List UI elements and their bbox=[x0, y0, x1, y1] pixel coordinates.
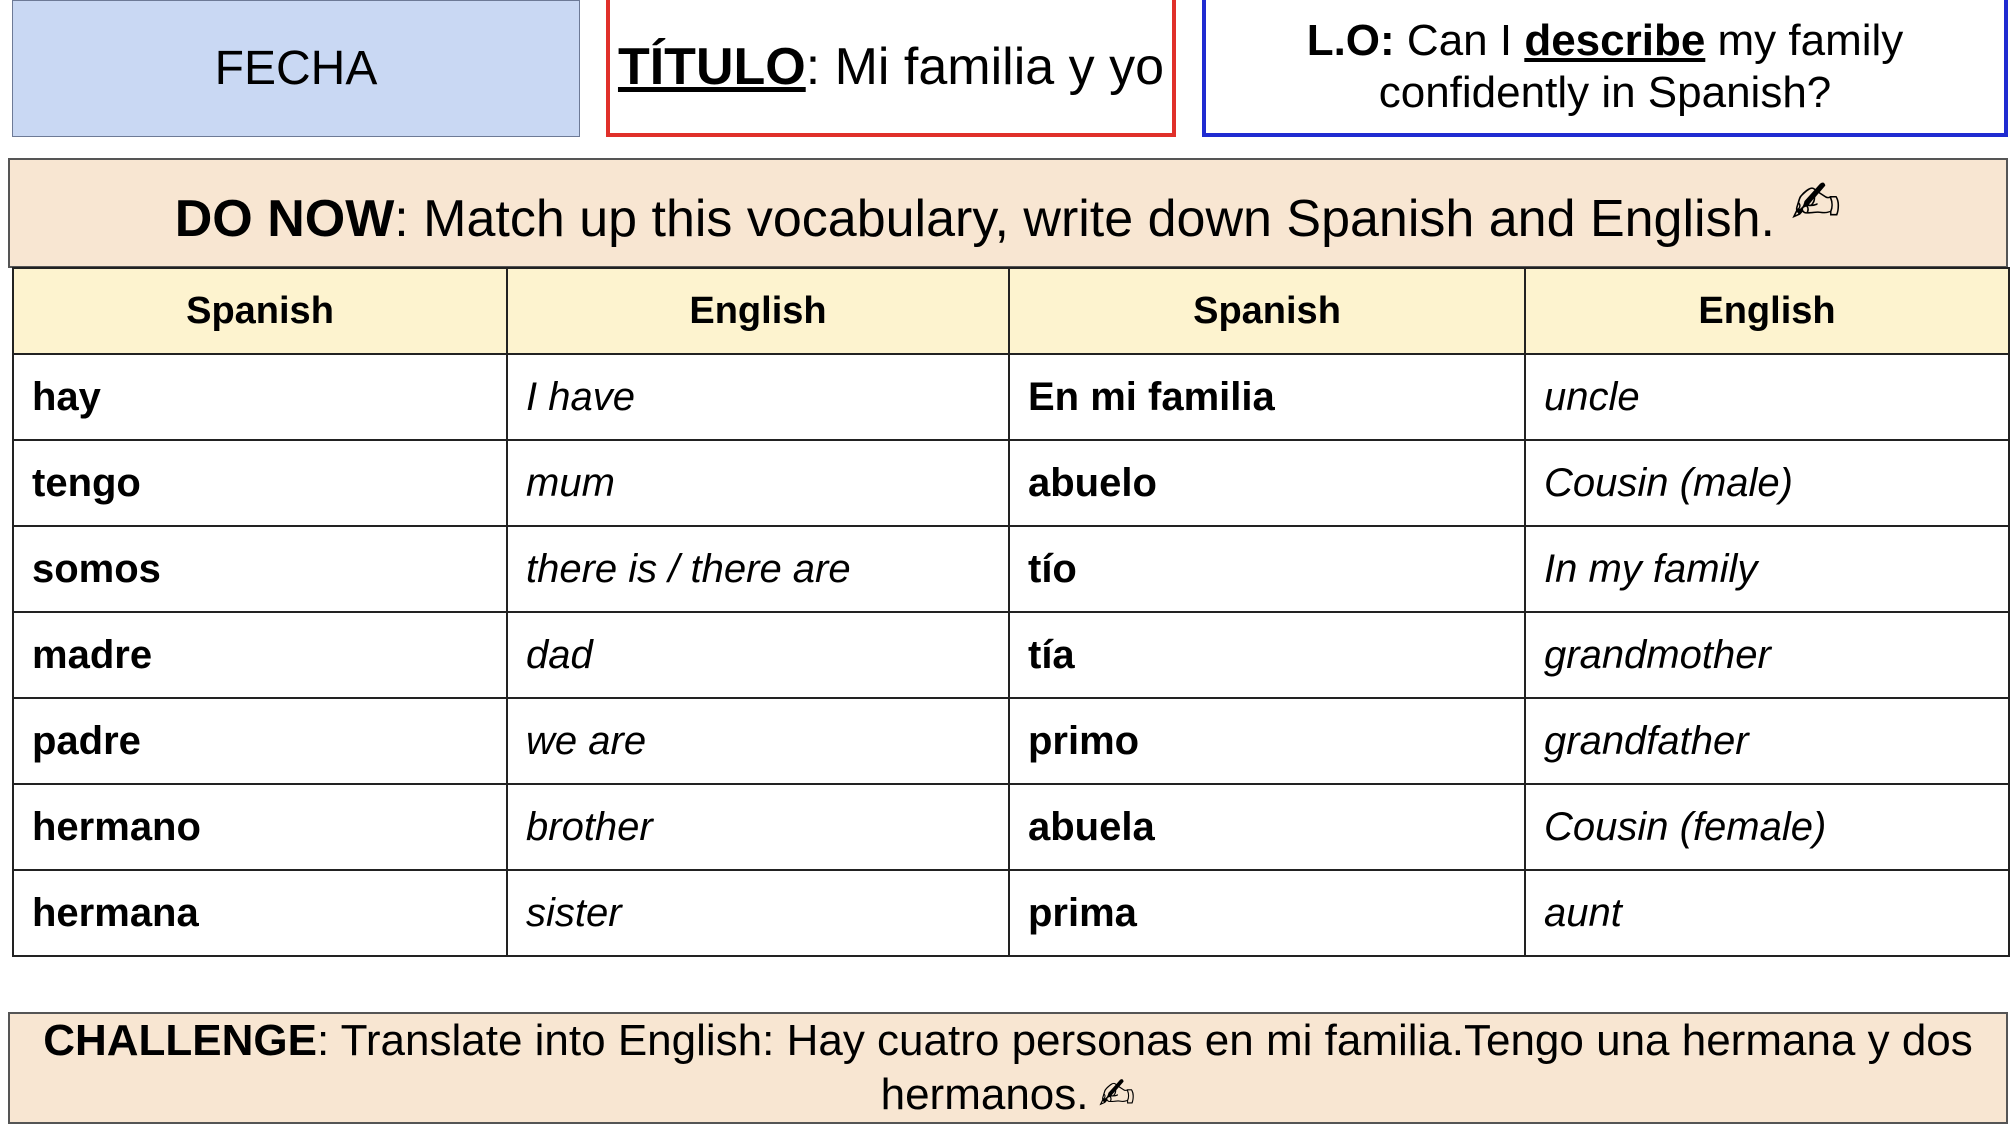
table-row: madre dad tía grandmother bbox=[12, 611, 2010, 699]
english-word: we are bbox=[506, 697, 1010, 785]
do-now-banner: DO NOW: Match up this vocabulary, write … bbox=[8, 158, 2008, 268]
column-header: Spanish bbox=[12, 267, 508, 355]
do-now-text: DO NOW: Match up this vocabulary, write … bbox=[175, 189, 1775, 249]
table-row: hermana sister prima aunt bbox=[12, 869, 2010, 957]
spanish-word: tío bbox=[1008, 525, 1526, 613]
spanish-word: hay bbox=[12, 353, 508, 441]
spanish-word: tengo bbox=[12, 439, 508, 527]
english-word: brother bbox=[506, 783, 1010, 871]
spanish-word: madre bbox=[12, 611, 508, 699]
title-value: : Mi familia y yo bbox=[805, 37, 1165, 96]
vocabulary-table: Spanish English Spanish English hay I ha… bbox=[12, 267, 2010, 957]
do-now-instruction: : Match up this vocabulary, write down S… bbox=[394, 190, 1775, 248]
english-word: I have bbox=[506, 353, 1010, 441]
table-row: tengo mum abuelo Cousin (male) bbox=[12, 439, 2010, 527]
english-word: grandmother bbox=[1524, 611, 2010, 699]
table-header-row: Spanish English Spanish English bbox=[12, 267, 2010, 355]
date-box: FECHA bbox=[12, 0, 580, 137]
table-row: hermano brother abuela Cousin (female) bbox=[12, 783, 2010, 871]
spanish-word: padre bbox=[12, 697, 508, 785]
writing-hand-icon: ✍ bbox=[1790, 168, 1842, 238]
challenge-instruction: : Translate into English: Hay cuatro per… bbox=[317, 1016, 1973, 1119]
spanish-word: abuela bbox=[1008, 783, 1526, 871]
title-box: TÍTULO: Mi familia y yo bbox=[606, 0, 1176, 137]
column-header: English bbox=[506, 267, 1010, 355]
english-word: Cousin (female) bbox=[1524, 783, 2010, 871]
english-word: Cousin (male) bbox=[1524, 439, 2010, 527]
learning-objective-keyword: describe bbox=[1524, 15, 1706, 65]
learning-objective-box: L.O: Can I describe my family confidentl… bbox=[1202, 0, 2008, 137]
challenge-banner: CHALLENGE: Translate into English: Hay c… bbox=[8, 1012, 2008, 1124]
spanish-word: abuelo bbox=[1008, 439, 1526, 527]
spanish-word: En mi familia bbox=[1008, 353, 1526, 441]
learning-objective-part-1: Can I bbox=[1394, 15, 1525, 65]
table-row: hay I have En mi familia uncle bbox=[12, 353, 2010, 441]
challenge-text: CHALLENGE: Translate into English: Hay c… bbox=[30, 1014, 1986, 1122]
english-word: sister bbox=[506, 869, 1010, 957]
learning-objective-label: L.O: bbox=[1306, 15, 1395, 65]
learning-objective-text: L.O: Can I describe my family confidentl… bbox=[1226, 15, 1984, 119]
english-word: grandfather bbox=[1524, 697, 2010, 785]
english-word: mum bbox=[506, 439, 1010, 527]
table-row: padre we are primo grandfather bbox=[12, 697, 2010, 785]
table-row: somos there is / there are tío In my fam… bbox=[12, 525, 2010, 613]
writing-hand-icon: ✍ bbox=[1098, 1069, 1136, 1120]
english-word: uncle bbox=[1524, 353, 2010, 441]
title-label: TÍTULO bbox=[617, 37, 806, 96]
challenge-label: CHALLENGE bbox=[43, 1016, 317, 1065]
english-word: In my family bbox=[1524, 525, 2010, 613]
spanish-word: hermano bbox=[12, 783, 508, 871]
do-now-label: DO NOW bbox=[174, 190, 395, 248]
spanish-word: prima bbox=[1008, 869, 1526, 957]
english-word: there is / there are bbox=[506, 525, 1010, 613]
spanish-word: somos bbox=[12, 525, 508, 613]
spanish-word: hermana bbox=[12, 869, 508, 957]
english-word: aunt bbox=[1524, 869, 2010, 957]
column-header: English bbox=[1524, 267, 2010, 355]
column-header: Spanish bbox=[1008, 267, 1526, 355]
date-label: FECHA bbox=[214, 42, 378, 95]
spanish-word: primo bbox=[1008, 697, 1526, 785]
spanish-word: tía bbox=[1008, 611, 1526, 699]
title-text: TÍTULO: Mi familia y yo bbox=[618, 37, 1164, 97]
english-word: dad bbox=[506, 611, 1010, 699]
